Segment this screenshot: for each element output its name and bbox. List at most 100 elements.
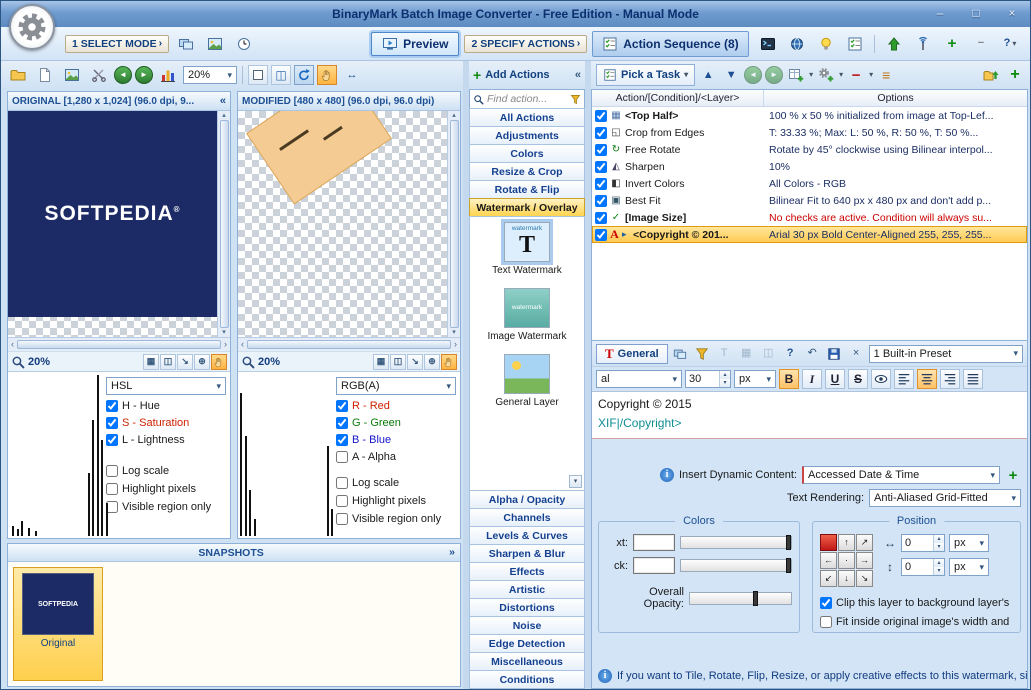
indent-right-button[interactable] — [765, 66, 784, 84]
dynamic-content-combo[interactable]: Accessed Date & Time — [802, 466, 1000, 484]
spin-down-icon[interactable] — [934, 567, 944, 575]
remove-action-button[interactable] — [846, 65, 866, 85]
timer-icon[interactable] — [232, 32, 256, 56]
chevron-down-icon[interactable] — [869, 71, 873, 79]
watermark-text-input[interactable]: Copyright © 2015 XIF|/Copyright> — [592, 391, 1027, 439]
category-miscellaneous[interactable]: Miscellaneous — [469, 652, 585, 671]
row-checkbox[interactable] — [595, 194, 607, 207]
checkbox-visible-region-only[interactable]: Visible region only — [106, 498, 226, 515]
spin-down-icon[interactable] — [720, 379, 730, 387]
help-menu[interactable] — [998, 32, 1022, 56]
zoom-combo[interactable]: 20% — [183, 66, 237, 84]
align-right-button[interactable] — [940, 369, 960, 389]
category-edge-detection[interactable]: Edge Detection — [469, 634, 585, 653]
font-family-combo[interactable]: al — [596, 370, 682, 388]
category-artistic[interactable]: Artistic — [469, 580, 585, 599]
row-checkbox[interactable] — [595, 228, 607, 241]
category-rotate-flip[interactable]: Rotate & Flip — [469, 180, 585, 199]
x-offset-stepper[interactable]: 0 — [901, 534, 945, 552]
checkbox[interactable] — [106, 416, 118, 429]
category-sharpen-blur[interactable]: Sharpen & Blur — [469, 544, 585, 563]
slider-handle[interactable] — [752, 590, 758, 606]
spin-down-icon[interactable] — [934, 543, 944, 551]
font-size-stepper[interactable]: 30 — [685, 370, 731, 388]
back-button[interactable] — [114, 66, 132, 84]
checkbox-visible-region-only[interactable]: Visible region only — [336, 510, 456, 527]
scroll-down-icon[interactable] — [452, 329, 456, 336]
item-image-watermark[interactable]: watermark Image Watermark — [487, 288, 567, 342]
collapse-icon[interactable] — [220, 96, 226, 107]
pan-icon[interactable] — [441, 353, 457, 370]
move-up-button[interactable] — [698, 65, 718, 85]
y-offset-stepper[interactable]: 0 — [901, 558, 945, 576]
refresh-preview-button[interactable] — [294, 65, 314, 85]
task-checklist-icon[interactable] — [843, 32, 867, 56]
insert-content-button[interactable] — [1005, 467, 1021, 483]
text-opacity-slider[interactable] — [680, 535, 792, 550]
forward-button[interactable] — [135, 66, 153, 84]
column-header-options[interactable]: Options — [764, 90, 1027, 106]
clip-layer-checkbox[interactable]: Clip this layer to background layer's bo… — [820, 594, 1013, 611]
zoom-in-icon[interactable] — [194, 353, 210, 370]
action-sequence-tab[interactable]: Action Sequence (8) — [592, 30, 749, 57]
duplicate-icon[interactable] — [671, 344, 690, 363]
undo-icon[interactable] — [803, 344, 822, 363]
checkbox-highlight-pixels[interactable]: Highlight pixels — [336, 492, 456, 509]
split-view-icon[interactable] — [160, 353, 176, 370]
single-pane-icon[interactable] — [248, 65, 268, 85]
checkbox-highlight-pixels[interactable]: Highlight pixels — [106, 480, 226, 497]
scroll-thumb[interactable] — [17, 340, 221, 349]
globe-icon[interactable] — [785, 32, 809, 56]
zoom-in-icon[interactable] — [424, 353, 440, 370]
back-color-swatch[interactable] — [633, 557, 675, 574]
scroll-thumb[interactable] — [449, 120, 459, 328]
row-checkbox[interactable] — [595, 143, 607, 156]
back-opacity-slider[interactable] — [680, 558, 792, 573]
cut-scissors-icon[interactable] — [87, 63, 111, 87]
checkbox-log-scale[interactable]: Log scale — [336, 474, 456, 491]
tab-general[interactable]: General — [596, 343, 668, 364]
close-button[interactable] — [1002, 5, 1022, 21]
modified-channel-mode-combo[interactable]: RGB(A) — [336, 377, 456, 395]
category-distortions[interactable]: Distortions — [469, 598, 585, 617]
maximize-button[interactable] — [966, 5, 986, 21]
action-row[interactable]: ▦ <Top Half> 100 % x 50 % initialized from… — [592, 107, 1027, 124]
row-checkbox[interactable] — [595, 126, 607, 139]
action-row[interactable]: ✓ [Image Size] No checks are active. Condi… — [592, 209, 1027, 226]
scroll-down-icon[interactable] — [569, 475, 582, 488]
dual-pane-icon[interactable] — [271, 65, 291, 85]
checkbox-l-lightness[interactable]: L - Lightness — [106, 431, 226, 448]
align-justify-button[interactable] — [963, 369, 983, 389]
original-preview[interactable]: SOFTPEDIA® — [8, 111, 230, 337]
checkbox-b-blue[interactable]: B - Blue — [336, 431, 456, 448]
item-text-watermark[interactable]: watermark T Text Watermark — [492, 219, 562, 276]
update-arrow-icon[interactable] — [882, 32, 906, 56]
remove-icon[interactable] — [969, 32, 993, 56]
slider-handle[interactable] — [786, 558, 791, 573]
action-row[interactable]: ◭ Sharpen 10% — [592, 158, 1027, 175]
close-editor-icon[interactable] — [847, 344, 866, 363]
text-rendering-combo[interactable]: Anti-Aliased Grid-Fitted — [869, 489, 1021, 507]
anchor-bottom[interactable] — [838, 570, 855, 587]
move-down-button[interactable] — [721, 65, 741, 85]
category-channels[interactable]: Channels — [469, 508, 585, 527]
remote-antenna-icon[interactable] — [911, 32, 935, 56]
checkbox[interactable] — [336, 399, 348, 412]
checkbox[interactable] — [820, 596, 832, 609]
new-file-icon[interactable] — [33, 63, 57, 87]
overall-opacity-slider[interactable] — [689, 590, 792, 606]
grid-zoom-icon[interactable] — [143, 353, 159, 370]
checkbox[interactable] — [336, 450, 348, 463]
slider-handle[interactable] — [786, 535, 791, 550]
scroll-down-icon[interactable] — [222, 329, 226, 336]
grid-zoom-icon[interactable] — [373, 353, 389, 370]
category-watermark-overlay[interactable]: Watermark / Overlay — [469, 198, 585, 217]
align-center-button[interactable] — [917, 369, 937, 389]
outline-eye-button[interactable] — [871, 369, 891, 389]
checkbox-h-hue[interactable]: H - Hue — [106, 397, 226, 414]
strikethrough-button[interactable]: S — [848, 369, 868, 389]
checkbox[interactable] — [336, 416, 348, 429]
anchor-right[interactable] — [856, 552, 873, 569]
fit-inside-checkbox[interactable]: Fit inside original image's width and he… — [820, 613, 1013, 630]
save-icon[interactable] — [825, 344, 844, 363]
